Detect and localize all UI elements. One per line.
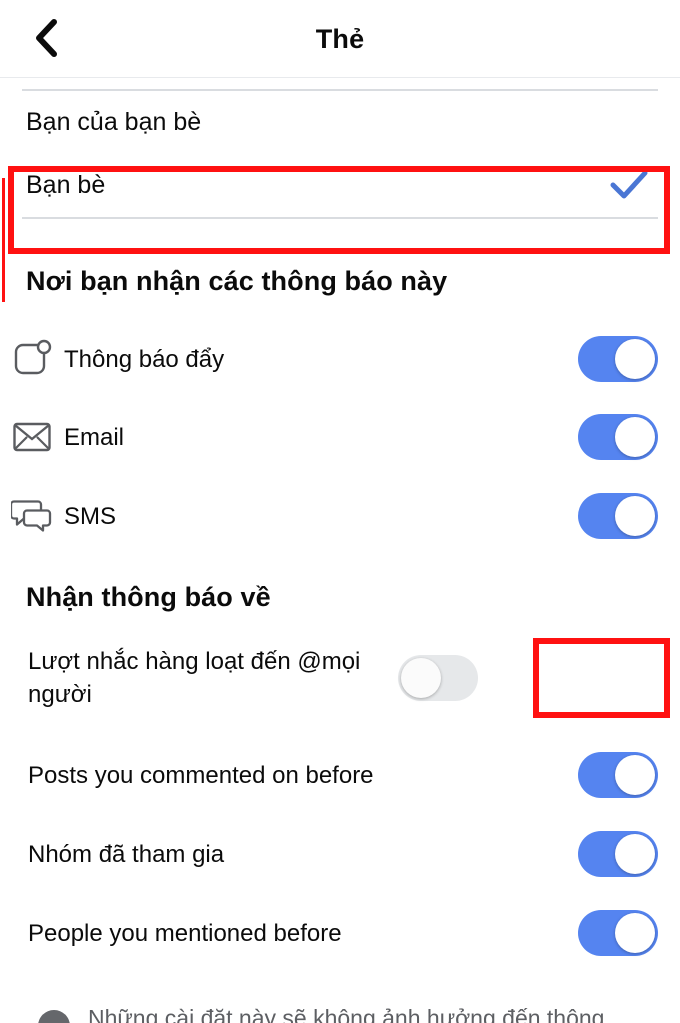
audience-option-list: Bạn của bạn bè Bạn bè: [0, 78, 680, 219]
row-push-notifications[interactable]: Thông báo đẩy: [0, 330, 680, 388]
row-sms[interactable]: SMS: [0, 487, 680, 545]
toggle-posts-commented[interactable]: [578, 752, 658, 798]
toggle-groups-joined[interactable]: [578, 831, 658, 877]
row-label: Posts you commented on before: [28, 761, 374, 789]
row-groups-joined[interactable]: Nhóm đã tham gia: [0, 829, 680, 879]
section-heading-get-notifications-about: Nhận thông báo về: [26, 582, 271, 613]
settings-screen: Thẻ Bạn của bạn bè Bạn bè Nơi bạn nhận c…: [0, 0, 680, 1023]
row-people-mentioned[interactable]: People you mentioned before: [0, 908, 680, 958]
row-label: Thông báo đẩy: [64, 345, 225, 373]
row-label: Nhóm đã tham gia: [28, 840, 225, 868]
footer-note: Những cài đặt này sẽ không ảnh hưởng đến…: [0, 1002, 680, 1023]
toggle-push-notifications[interactable]: [578, 336, 658, 382]
audience-option-label: Bạn bè: [26, 170, 106, 199]
push-notification-icon: [0, 339, 64, 379]
toggle-knob: [615, 496, 655, 536]
bullet-dot-icon: [38, 1010, 70, 1023]
row-label: People you mentioned before: [28, 919, 342, 947]
annotation-line-left: [2, 178, 5, 302]
toggle-knob: [615, 755, 655, 795]
row-bulk-mentions[interactable]: Lượt nhắc hàng loạt đến @mọi người: [0, 645, 680, 711]
row-label: Email: [64, 423, 125, 451]
toggle-sms[interactable]: [578, 493, 658, 539]
row-posts-commented[interactable]: Posts you commented on before: [0, 750, 680, 800]
section-title: Nơi bạn nhận các thông báo này: [26, 266, 448, 296]
section-heading-where-you-receive: Nơi bạn nhận các thông báo này: [26, 266, 447, 297]
toggle-knob: [615, 417, 655, 457]
toggle-knob: [615, 913, 655, 953]
app-header: Thẻ: [0, 0, 680, 78]
divider: [22, 217, 658, 219]
toggle-knob: [615, 834, 655, 874]
row-label: SMS: [64, 502, 117, 530]
check-icon: [610, 170, 648, 199]
audience-option-friends-of-friends[interactable]: Bạn của bạn bè: [0, 91, 680, 153]
row-email[interactable]: Email: [0, 408, 680, 466]
envelope-icon: [0, 420, 64, 454]
toggle-bulk-mentions[interactable]: [398, 655, 478, 701]
toggle-people-mentioned[interactable]: [578, 910, 658, 956]
row-label: Lượt nhắc hàng loạt đến @mọi người: [28, 648, 361, 708]
section-title: Nhận thông báo về: [26, 582, 271, 612]
chat-bubbles-icon: [0, 496, 64, 536]
footer-note-text: Những cài đặt này sẽ không ảnh hưởng đến…: [88, 1005, 605, 1023]
toggle-email[interactable]: [578, 414, 658, 460]
page-title: Thẻ: [315, 23, 365, 54]
audience-option-friends[interactable]: Bạn bè: [0, 153, 680, 217]
toggle-knob: [615, 339, 655, 379]
audience-option-label: Bạn của bạn bè: [26, 107, 202, 136]
toggle-knob: [401, 658, 441, 698]
